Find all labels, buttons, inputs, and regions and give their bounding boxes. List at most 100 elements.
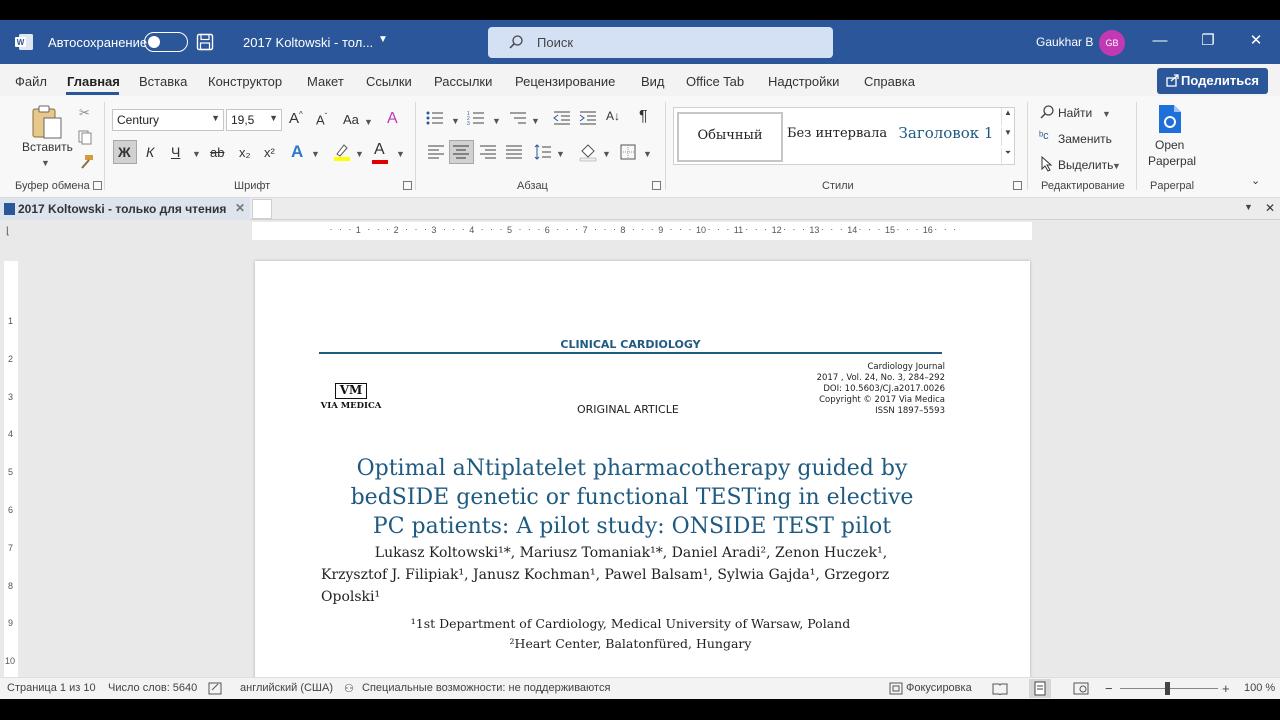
new-tab-button[interactable] [252, 199, 272, 219]
zoom-in-button[interactable]: + [1222, 681, 1230, 696]
subscript-button[interactable]: x₂ [239, 145, 251, 160]
highlight-icon[interactable] [333, 142, 351, 162]
bold-button[interactable]: Ж [118, 144, 131, 160]
font-color-button[interactable]: A [374, 141, 385, 159]
menu-help[interactable]: Справка [864, 74, 915, 89]
italic-button[interactable]: К [146, 144, 154, 160]
grow-font-icon[interactable]: A^ [289, 110, 303, 127]
zoom-level[interactable]: 100 % [1244, 682, 1275, 694]
borders-icon[interactable] [620, 144, 636, 160]
font-size-combo[interactable]: 19,5 ▼ [226, 109, 282, 131]
chevron-down-icon[interactable]: ▼ [396, 149, 405, 159]
focus-mode-button[interactable]: Фокусировка [906, 682, 972, 694]
increase-indent-icon[interactable] [579, 110, 597, 126]
align-right-icon[interactable] [480, 144, 496, 160]
styles-more-icon[interactable]: ⏷ [1001, 148, 1014, 166]
restore-button[interactable]: ❐ [1198, 31, 1218, 51]
underline-button[interactable]: Ч [171, 144, 180, 160]
menu-design[interactable]: Конструктор [208, 74, 282, 89]
style-normal[interactable]: Обычный [677, 112, 783, 162]
web-layout-icon[interactable] [1073, 682, 1089, 695]
sort-icon[interactable]: A↓ [606, 109, 620, 123]
find-icon[interactable] [1039, 104, 1055, 120]
word-count[interactable]: Число слов: 5640 [108, 682, 197, 694]
paragraph-launcher-icon[interactable] [652, 181, 661, 190]
text-effects-button[interactable]: A [291, 142, 303, 162]
style-heading-1[interactable]: Заголовок 1 [892, 112, 1000, 162]
zoom-out-button[interactable]: − [1105, 681, 1113, 696]
styles-scroll-up-icon[interactable]: ▲ [1001, 108, 1014, 126]
replace-icon[interactable]: ᵇc [1039, 130, 1049, 142]
shading-icon[interactable] [579, 142, 597, 162]
style-no-spacing[interactable]: Без интервала [787, 112, 887, 162]
chevron-down-icon[interactable]: ▼ [192, 149, 201, 159]
bullets-icon[interactable] [426, 110, 444, 126]
chevron-down-icon[interactable]: ▼ [556, 149, 565, 159]
tab-list-icon[interactable]: ▼ [1244, 202, 1253, 212]
search-box[interactable]: Поиск [488, 27, 833, 58]
chevron-down-icon[interactable]: ▼ [602, 149, 611, 159]
change-case-button[interactable]: Aa [343, 112, 359, 127]
line-spacing-icon[interactable] [534, 143, 552, 161]
accessibility-icon[interactable]: ⚇ [344, 682, 354, 695]
format-painter-icon[interactable] [77, 153, 95, 171]
multilevel-list-icon[interactable] [509, 110, 527, 126]
paste-dropdown-icon[interactable]: ▼ [41, 158, 50, 168]
strikethrough-button[interactable]: ab [210, 145, 224, 160]
document-page[interactable]: CLINICAL CARDIOLOGY VM VIA MEDICA ORIGIN… [255, 261, 1030, 677]
chevron-down-icon[interactable]: ▼ [378, 34, 388, 45]
read-mode-icon[interactable] [992, 682, 1008, 695]
chevron-down-icon[interactable]: ▼ [1102, 109, 1111, 119]
select-button[interactable]: Выделить [1058, 158, 1113, 172]
zoom-slider-thumb[interactable] [1165, 682, 1170, 695]
menu-office-tab[interactable]: Office Tab [686, 74, 744, 89]
numbering-icon[interactable]: 123 [467, 110, 485, 126]
paste-icon[interactable] [30, 104, 64, 140]
chevron-down-icon[interactable]: ▼ [364, 117, 373, 127]
chevron-down-icon[interactable]: ▼ [451, 116, 460, 126]
show-marks-icon[interactable]: ¶ [639, 108, 648, 126]
close-tab-icon[interactable]: ✕ [235, 201, 245, 215]
open-paperpal-label[interactable]: Open [1155, 138, 1184, 152]
menu-references[interactable]: Ссылки [366, 74, 412, 89]
clear-formatting-icon[interactable]: A [387, 110, 398, 128]
accessibility-status[interactable]: Специальные возможности: не поддерживают… [362, 682, 610, 694]
chevron-down-icon[interactable]: ▼ [643, 149, 652, 159]
chevron-down-icon[interactable]: ▼ [1112, 161, 1121, 171]
copy-icon[interactable] [77, 129, 93, 145]
replace-button[interactable]: Заменить [1058, 132, 1112, 146]
clipboard-launcher-icon[interactable] [93, 181, 102, 190]
menu-home[interactable]: Главная [67, 74, 120, 89]
menu-layout[interactable]: Макет [307, 74, 344, 89]
proofing-icon[interactable] [208, 682, 222, 695]
menu-view[interactable]: Вид [641, 74, 665, 89]
shrink-font-icon[interactable]: Aˇ [316, 112, 327, 127]
close-all-icon[interactable]: ✕ [1265, 201, 1275, 215]
menu-file[interactable]: Файл [15, 74, 47, 89]
decrease-indent-icon[interactable] [553, 110, 571, 126]
find-button[interactable]: Найти [1058, 106, 1092, 120]
avatar[interactable]: GB [1099, 30, 1125, 56]
language-indicator[interactable]: английский (США) [240, 682, 333, 694]
minimize-button[interactable]: — [1150, 31, 1170, 51]
menu-addins[interactable]: Надстройки [768, 74, 839, 89]
select-cursor-icon[interactable] [1040, 156, 1054, 172]
align-left-icon[interactable] [428, 144, 444, 160]
user-name[interactable]: Gaukhar B [1036, 35, 1093, 49]
vertical-ruler[interactable]: 1 2 3 4 5 6 7 8 9 10 [4, 261, 18, 677]
font-name-combo[interactable]: Century ▼ [112, 109, 224, 131]
justify-icon[interactable] [506, 144, 522, 160]
chevron-down-icon[interactable]: ▼ [311, 149, 320, 159]
menu-insert[interactable]: Вставка [139, 74, 187, 89]
tab-stop-selector-icon[interactable]: ⌊ [6, 226, 10, 237]
styles-launcher-icon[interactable] [1013, 181, 1022, 190]
superscript-button[interactable]: x² [264, 145, 275, 160]
chevron-down-icon[interactable]: ▼ [355, 149, 364, 159]
save-icon[interactable] [196, 33, 214, 51]
cut-icon[interactable]: ✂ [79, 105, 90, 121]
align-center-icon[interactable] [453, 144, 469, 160]
document-title[interactable]: 2017 Koltowski - тол... [243, 35, 373, 50]
document-workspace[interactable]: ⌊ 1 2 3 4 5 6 7 8 9 10 11 12 13 14 15 16 · · · · · · · · · · · · · · ·… [0, 220, 1280, 677]
share-button[interactable]: Поделиться [1157, 68, 1268, 94]
close-button[interactable]: ✕ [1246, 31, 1266, 51]
